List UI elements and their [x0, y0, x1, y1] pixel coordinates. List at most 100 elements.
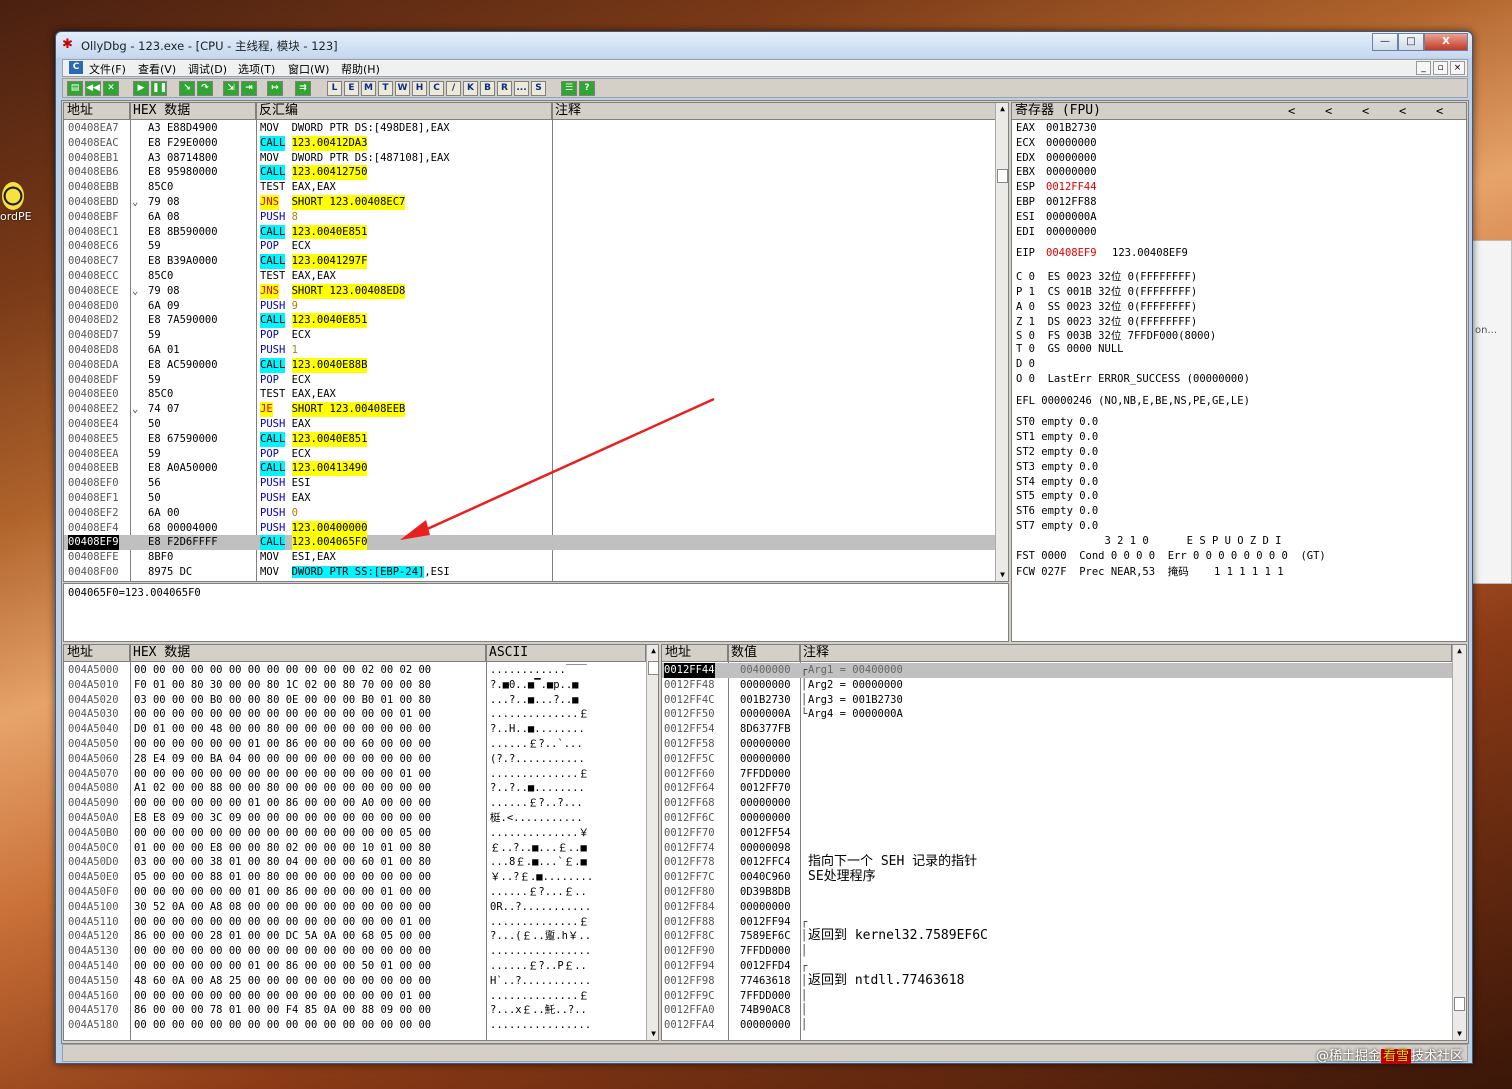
dump-scrollbar[interactable]: ▲ ▼ — [646, 645, 658, 1040]
scroll-down-icon[interactable]: ▼ — [1453, 1028, 1466, 1040]
close-program-icon[interactable]: ✕ — [103, 81, 119, 96]
flag-row[interactable]: C 0 ES 0023 32位 0(FFFFFFFF) — [1016, 269, 1197, 284]
fpu-register-row[interactable]: ST2 empty 0.0 — [1016, 446, 1098, 458]
disasm-row[interactable]: 00408EF2 6A 00 PUSH 0 — [64, 506, 995, 521]
stack-row[interactable]: 0012FF88 0012FF94 ┌ — [662, 915, 1452, 930]
dump-row[interactable]: 004A5140 00 00 00 00 00 00 01 00 86 00 00… — [64, 959, 646, 974]
disasm-row[interactable]: 00408ECE ⌄ 79 08 JNS SHORT 123.00408ED8 — [64, 283, 995, 299]
dump-row[interactable]: 004A5050 00 00 00 00 00 00 01 00 86 00 00… — [64, 737, 646, 752]
maximize-button[interactable]: □ — [1398, 33, 1424, 51]
stack-row[interactable]: 0012FFA4 00000000 │ — [662, 1018, 1452, 1033]
stack-row[interactable]: 0012FF54 8D6377FB — [662, 722, 1452, 737]
disasm-row[interactable]: 00408ED8 6A 01 PUSH 1 — [64, 343, 995, 358]
flag-row[interactable]: O 0 LastErr ERROR_SUCCESS (00000000) — [1016, 373, 1250, 385]
register-value[interactable]: 0012FF88 — [1046, 196, 1097, 208]
stack-row[interactable]: 0012FF68 00000000 — [662, 796, 1452, 811]
stack-row[interactable]: 0012FF94 0012FFD4 ┌ — [662, 959, 1452, 974]
registers-pane[interactable]: 寄存器 (FPU) < < < < < EAX 001B2730 ECX 00000000 ED… — [1011, 102, 1467, 642]
step-over-icon[interactable]: ↷ — [197, 81, 213, 96]
menu-window[interactable]: 窗口(W) — [288, 61, 329, 77]
step-into-icon[interactable]: ↘ — [179, 81, 195, 96]
desktop-icon-lordpe[interactable]: ordPE — [0, 182, 40, 232]
disasm-row[interactable]: 00408EBB 85C0 TEST EAX,EAX — [64, 180, 995, 195]
column-header-disasm[interactable]: 反汇编 — [256, 103, 552, 120]
disasm-row[interactable]: 00408EEB E8 A0A50000 CALL 123.00413490 — [64, 461, 995, 477]
register-value[interactable]: 00408EF9 — [1046, 247, 1097, 259]
dump-row[interactable]: 004A5090 00 00 00 00 00 00 01 00 86 00 00… — [64, 796, 646, 811]
disasm-row[interactable]: 00408EC1 E8 8B590000 CALL 123.0040E851 — [64, 224, 995, 240]
disasm-row[interactable]: 00408ED2 E8 7A590000 CALL 123.0040E851 — [64, 313, 995, 329]
dump-row[interactable]: 004A5110 00 00 00 00 00 00 00 00 00 00 00… — [64, 915, 646, 930]
scroll-down-icon[interactable]: ▼ — [647, 1028, 658, 1040]
menu-options[interactable]: 选项(T) — [238, 61, 275, 77]
register-nav-arrow[interactable]: < — [1288, 104, 1295, 118]
flag-row[interactable]: S 0 FS 003B 32位 7FFDF000(8000) — [1016, 328, 1216, 343]
goto-icon[interactable]: ⇉ — [295, 81, 311, 96]
dump-row[interactable]: 004A5130 00 00 00 00 00 00 00 00 00 00 00… — [64, 944, 646, 959]
disasm-row[interactable]: 00408EFE 8BF0 MOV ESI,EAX — [64, 550, 995, 565]
stack-row[interactable]: 0012FF58 00000000 — [662, 737, 1452, 752]
disasm-row[interactable]: 00408EE4 50 PUSH EAX — [64, 417, 995, 432]
trace-into-icon[interactable]: ⇲ — [223, 81, 239, 96]
stack-row[interactable]: 0012FF44 00400000 ┌ Arg1 = 00400000 — [662, 663, 1452, 678]
disasm-row[interactable]: 00408EF0 56 PUSH ESI — [64, 476, 995, 491]
disasm-row[interactable]: 00408ECC 85C0 TEST EAX,EAX — [64, 269, 995, 284]
dump-row[interactable]: 004A5170 86 00 00 00 78 01 00 00 F4 85 0A… — [64, 1003, 646, 1018]
disasm-row[interactable]: 00408EDF 59 POP ECX — [64, 373, 995, 388]
stack-row[interactable]: 0012FF90 7FFDD000 │ — [662, 944, 1452, 959]
dump-row[interactable]: 004A50C0 01 00 00 00 E8 00 00 80 02 00 00… — [64, 841, 646, 856]
flag-row[interactable]: A 0 SS 0023 32位 0(FFFFFFFF) — [1016, 299, 1197, 314]
menu-help[interactable]: 帮助(H) — [341, 61, 380, 77]
stack-row[interactable]: 0012FF64 0012FF70 — [662, 781, 1452, 796]
run-icon[interactable]: ▶ — [133, 81, 149, 96]
disasm-row[interactable]: 00408ED7 59 POP ECX — [64, 328, 995, 343]
register-value[interactable]: 00000000 — [1046, 152, 1097, 164]
flag-row[interactable]: D 0 — [1016, 358, 1035, 370]
windows-window-button[interactable]: W — [395, 81, 410, 96]
memory-dump-pane[interactable]: 地址 HEX 数据 ASCII 004A5000 00 00 00 00 00 0… — [63, 644, 659, 1041]
dump-row[interactable]: 004A5150 48 60 0A 00 A8 25 00 00 00 00 00… — [64, 974, 646, 989]
threads-window-button[interactable]: T — [378, 81, 393, 96]
dump-row[interactable]: 004A50B0 00 00 00 00 00 00 00 00 00 00 00… — [64, 826, 646, 841]
dump-row[interactable]: 004A5100 30 52 0A 00 A8 08 00 00 00 00 00… — [64, 900, 646, 915]
register-value[interactable]: 00000000 — [1046, 137, 1097, 149]
column-header-stack-comment[interactable]: 注释 — [800, 645, 1452, 662]
disasm-row[interactable]: 00408EE5 E8 67590000 CALL 123.0040E851 — [64, 431, 995, 447]
stack-row[interactable]: 0012FF74 00000098 — [662, 841, 1452, 856]
stack-row[interactable]: 0012FF8C 7589EF6C │ 返回到 kernel32.7589EF6C — [662, 929, 1452, 944]
dump-row[interactable]: 004A5040 D0 01 00 00 48 00 00 80 00 00 00… — [64, 722, 646, 737]
scroll-up-icon[interactable]: ▲ — [647, 645, 658, 657]
flag-row[interactable]: P 1 CS 001B 32位 0(FFFFFFFF) — [1016, 284, 1197, 299]
fpu-register-row[interactable]: ST4 empty 0.0 — [1016, 476, 1098, 488]
source-window-button[interactable]: S — [531, 81, 546, 96]
trace-over-icon[interactable]: ⇥ — [241, 81, 257, 96]
dump-row[interactable]: 004A50F0 00 00 00 00 00 00 01 00 86 00 00… — [64, 885, 646, 900]
dump-row[interactable]: 004A5070 00 00 00 00 00 00 00 00 00 00 00… — [64, 767, 646, 782]
column-header-comment[interactable]: 注释 — [552, 103, 996, 120]
breakpoints-window-button[interactable]: B — [480, 81, 495, 96]
disasm-row[interactable]: 00408EE2 ⌄ 74 07 JE SHORT 123.00408EEB — [64, 402, 995, 417]
stack-row[interactable]: 0012FF60 7FFDD000 — [662, 767, 1452, 782]
title-bar[interactable]: ✱ OllyDbg - 123.exe - [CPU - 主线程, 模块 - 1… — [56, 32, 1472, 58]
register-nav-arrow[interactable]: < — [1436, 104, 1443, 118]
dump-row[interactable]: 004A5030 00 00 00 00 00 00 00 00 00 00 00… — [64, 707, 646, 722]
column-header-dump-hex[interactable]: HEX 数据 — [130, 645, 486, 662]
run-trace-window-button[interactable]: ... — [514, 81, 529, 96]
disasm-row[interactable]: 00408EB1 A3 08714800 MOV DWORD PTR DS:[4871… — [64, 151, 995, 166]
disasm-row[interactable]: 00408ED0 6A 09 PUSH 9 — [64, 299, 995, 314]
patches-window-button[interactable]: / — [446, 81, 461, 96]
fpu-register-row[interactable]: ST3 empty 0.0 — [1016, 461, 1098, 473]
disasm-row[interactable]: 00408EC6 59 POP ECX — [64, 239, 995, 254]
disasm-scrollbar[interactable]: ▲ ▼ — [995, 103, 1008, 581]
stack-row[interactable]: 0012FF80 0D39B8DB — [662, 885, 1452, 900]
stack-row[interactable]: 0012FF5C 00000000 — [662, 752, 1452, 767]
menu-view[interactable]: 查看(V) — [138, 61, 176, 77]
modules-window-button[interactable]: E — [344, 81, 359, 96]
dump-row[interactable]: 004A5160 00 00 00 00 00 00 00 00 00 00 00… — [64, 989, 646, 1004]
fcw-row[interactable]: FCW 027F Prec NEAR,53 掩码 1 1 1 1 1 1 — [1016, 564, 1284, 579]
flag-row[interactable]: Z 1 DS 0023 32位 0(FFFFFFFF) — [1016, 314, 1197, 329]
column-header-dump-ascii[interactable]: ASCII — [486, 645, 646, 662]
disasm-row[interactable]: 00408EF1 50 PUSH EAX — [64, 491, 995, 506]
log-window-button[interactable]: L — [327, 81, 342, 96]
pause-icon[interactable]: ❚❚ — [151, 81, 167, 96]
